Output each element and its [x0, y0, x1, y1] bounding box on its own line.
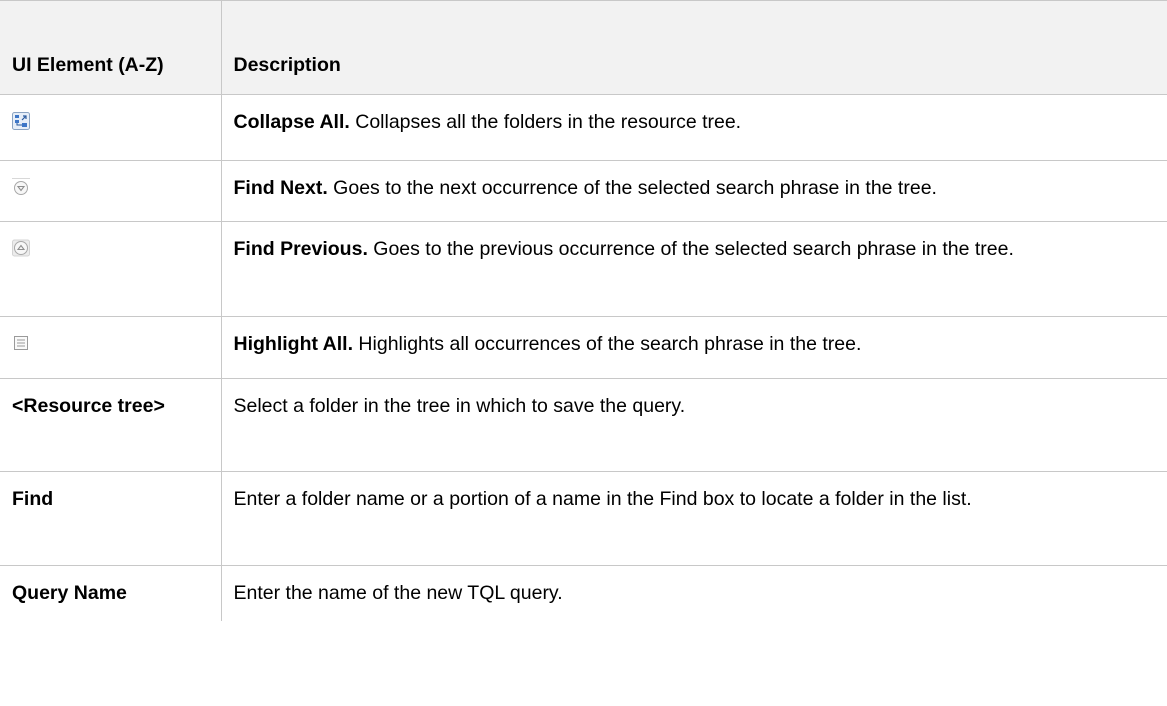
- description-cell: Find Previous. Goes to the previous occu…: [220, 221, 1167, 317]
- element-cell: [0, 316, 222, 379]
- table-row: <Resource tree> Select a folder in the t…: [0, 378, 1167, 472]
- collapse-all-icon: [12, 112, 30, 131]
- table-row: Collapse All. Collapses all the folders …: [0, 94, 1167, 161]
- header-ui-element: UI Element (A-Z): [0, 0, 222, 95]
- table-header-row: UI Element (A-Z) Description: [0, 0, 1167, 95]
- header-description: Description: [220, 0, 1167, 95]
- ui-elements-table: UI Element (A-Z) Description Collapse Al: [0, 0, 1167, 621]
- highlight-all-icon: [12, 334, 30, 352]
- element-cell: [0, 160, 222, 222]
- element-cell: <Resource tree>: [0, 378, 222, 472]
- element-cell: [0, 94, 222, 161]
- description-cell: Find Next. Goes to the next occurrence o…: [220, 160, 1167, 222]
- table-row: Find Enter a folder name or a portion of…: [0, 471, 1167, 566]
- description-cell: Enter a folder name or a portion of a na…: [220, 471, 1167, 566]
- table-row: Find Previous. Goes to the previous occu…: [0, 221, 1167, 317]
- element-cell: [0, 221, 222, 317]
- description-cell: Enter the name of the new TQL query.: [220, 565, 1167, 621]
- element-cell: Find: [0, 471, 222, 566]
- table-row: Highlight All. Highlights all occurrence…: [0, 316, 1167, 379]
- find-previous-icon: [12, 239, 30, 257]
- find-next-icon: [12, 178, 30, 196]
- description-cell: Select a folder in the tree in which to …: [220, 378, 1167, 472]
- table-row: Find Next. Goes to the next occurrence o…: [0, 160, 1167, 222]
- element-cell: Query Name: [0, 565, 222, 621]
- description-cell: Collapse All. Collapses all the folders …: [220, 94, 1167, 161]
- description-cell: Highlight All. Highlights all occurrence…: [220, 316, 1167, 379]
- table-row: Query Name Enter the name of the new TQL…: [0, 565, 1167, 621]
